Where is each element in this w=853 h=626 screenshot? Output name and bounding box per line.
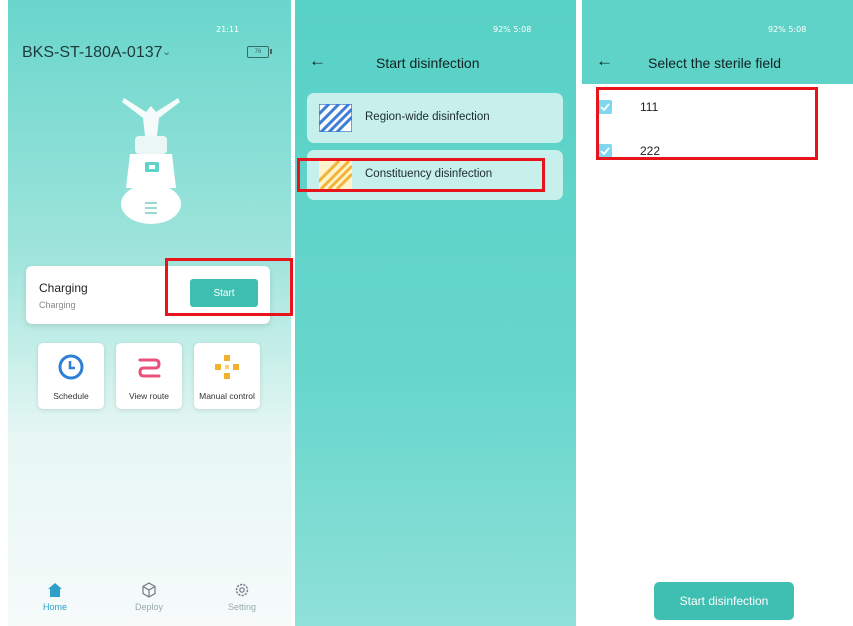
- cube-icon: [142, 582, 156, 598]
- nav-setting[interactable]: Setting: [212, 582, 272, 612]
- header-bar: [582, 0, 853, 84]
- checkbox-checked-icon[interactable]: [598, 144, 612, 158]
- field-label: 222: [640, 144, 661, 158]
- nav-home-label: Home: [42, 602, 67, 612]
- home-icon: [48, 583, 62, 597]
- page-title: Select the sterile field: [648, 55, 782, 71]
- back-arrow-icon[interactable]: ←: [309, 51, 326, 71]
- battery-tip: [270, 49, 272, 54]
- home-screen: 21:11 BKS-ST-180A-0137 ⌄ 76 Charging Cha…: [8, 0, 291, 626]
- option-constituency-label: Constituency disinfection: [365, 168, 493, 180]
- gear-icon: [235, 583, 249, 597]
- tile-manual-control[interactable]: Manual control: [194, 343, 260, 409]
- status-card-title: Charging: [39, 281, 88, 295]
- status-bar-time: 21:11: [216, 25, 240, 34]
- page-title: Start disinfection: [376, 55, 480, 71]
- clock-icon: [58, 354, 84, 380]
- striped-blue-icon: [319, 104, 352, 132]
- option-region-wide-label: Region-wide disinfection: [365, 111, 490, 123]
- field-row[interactable]: 111: [598, 98, 828, 118]
- route-icon: [138, 358, 161, 378]
- field-label: 111: [640, 100, 659, 114]
- tile-schedule-label: Schedule: [53, 391, 89, 401]
- dpad-icon: [215, 355, 239, 379]
- tile-manual-control-label: Manual control: [199, 391, 255, 401]
- back-arrow-icon[interactable]: ←: [596, 51, 613, 71]
- bottom-nav: Home Deploy Setting: [8, 582, 291, 626]
- tile-view-route-label: View route: [128, 391, 169, 401]
- chevron-down-icon[interactable]: ⌄: [162, 45, 171, 58]
- nav-deploy[interactable]: Deploy: [119, 582, 179, 612]
- tile-schedule[interactable]: Schedule: [38, 343, 104, 409]
- status-card-subtitle: Charging: [39, 300, 76, 310]
- nav-home[interactable]: Home: [25, 582, 85, 612]
- status-bar-time: 92% 5:08: [768, 25, 807, 34]
- device-name[interactable]: BKS-ST-180A-0137: [22, 44, 163, 62]
- striped-yellow-icon: [319, 161, 352, 189]
- start-disinfection-button[interactable]: Start disinfection: [654, 582, 794, 620]
- status-bar-time: 92% 5:08: [493, 25, 532, 34]
- robot-illustration: [121, 98, 181, 224]
- battery-icon: 76: [247, 46, 269, 58]
- field-row[interactable]: 222: [598, 142, 828, 162]
- checkbox-checked-icon[interactable]: [598, 100, 612, 114]
- tile-view-route[interactable]: View route: [116, 343, 182, 409]
- nav-setting-label: Setting: [227, 602, 257, 612]
- option-constituency[interactable]: Constituency disinfection: [307, 150, 563, 200]
- nav-deploy-label: Deploy: [134, 602, 163, 612]
- option-region-wide[interactable]: Region-wide disinfection: [307, 93, 563, 143]
- field-select-screen: 92% 5:08 ← Select the sterile field 111 …: [582, 0, 853, 626]
- start-button[interactable]: Start: [190, 279, 258, 307]
- disinfection-screen: 92% 5:08 ← Start disinfection Region-wid…: [295, 0, 576, 626]
